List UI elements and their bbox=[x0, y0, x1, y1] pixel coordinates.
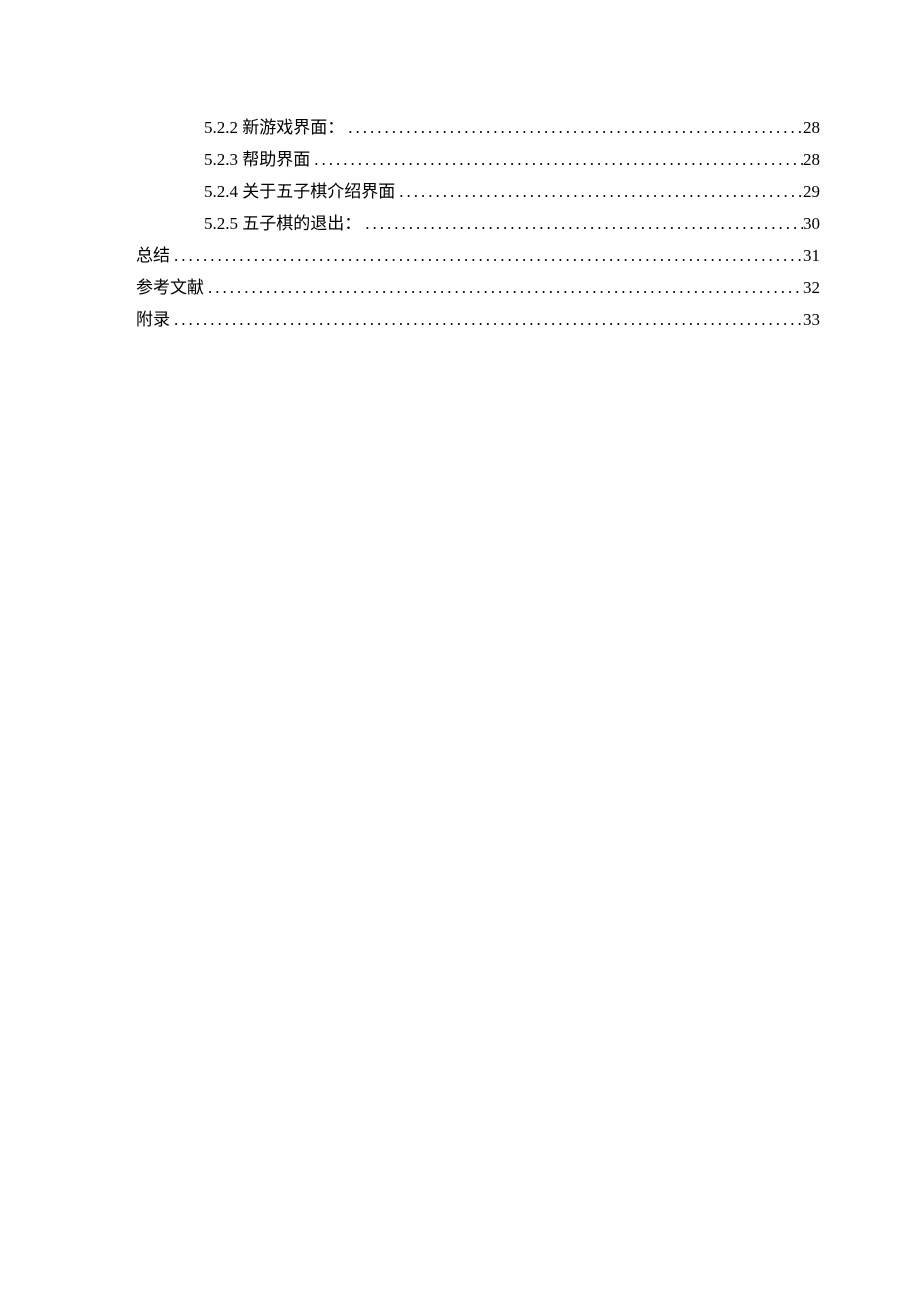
toc-title: 附录 bbox=[136, 304, 170, 336]
toc-title: 参考文献 bbox=[136, 272, 204, 304]
toc-title: 5.2.5 五子棋的退出： bbox=[204, 208, 361, 240]
toc-page-number: 28 bbox=[803, 144, 820, 176]
toc-leader bbox=[204, 272, 803, 304]
toc-leader bbox=[361, 208, 803, 240]
toc-page-number: 33 bbox=[803, 304, 820, 336]
toc-title: 5.2.2 新游戏界面： bbox=[204, 112, 344, 144]
toc-entry: 5.2.3 帮助界面 28 bbox=[136, 144, 820, 176]
toc-title: 5.2.3 帮助界面 bbox=[204, 144, 310, 176]
toc-entry: 5.2.4 关于五子棋介绍界面 29 bbox=[136, 176, 820, 208]
toc-title: 5.2.4 关于五子棋介绍界面 bbox=[204, 176, 395, 208]
toc-entry: 总结 31 bbox=[136, 240, 820, 272]
toc-entry: 5.2.5 五子棋的退出： 30 bbox=[136, 208, 820, 240]
document-page: 5.2.2 新游戏界面： 28 5.2.3 帮助界面 28 5.2.4 关于五子… bbox=[0, 0, 920, 336]
toc-page-number: 30 bbox=[803, 208, 820, 240]
toc-entry: 5.2.2 新游戏界面： 28 bbox=[136, 112, 820, 144]
toc-page-number: 29 bbox=[803, 176, 820, 208]
toc-page-number: 32 bbox=[803, 272, 820, 304]
toc-leader bbox=[310, 144, 803, 176]
toc-entry: 参考文献 32 bbox=[136, 272, 820, 304]
toc-leader bbox=[395, 176, 803, 208]
toc-leader bbox=[170, 240, 803, 272]
toc-page-number: 31 bbox=[803, 240, 820, 272]
toc-leader bbox=[344, 112, 803, 144]
toc-title: 总结 bbox=[136, 240, 170, 272]
toc-page-number: 28 bbox=[803, 112, 820, 144]
toc-entry: 附录 33 bbox=[136, 304, 820, 336]
toc-leader bbox=[170, 304, 803, 336]
